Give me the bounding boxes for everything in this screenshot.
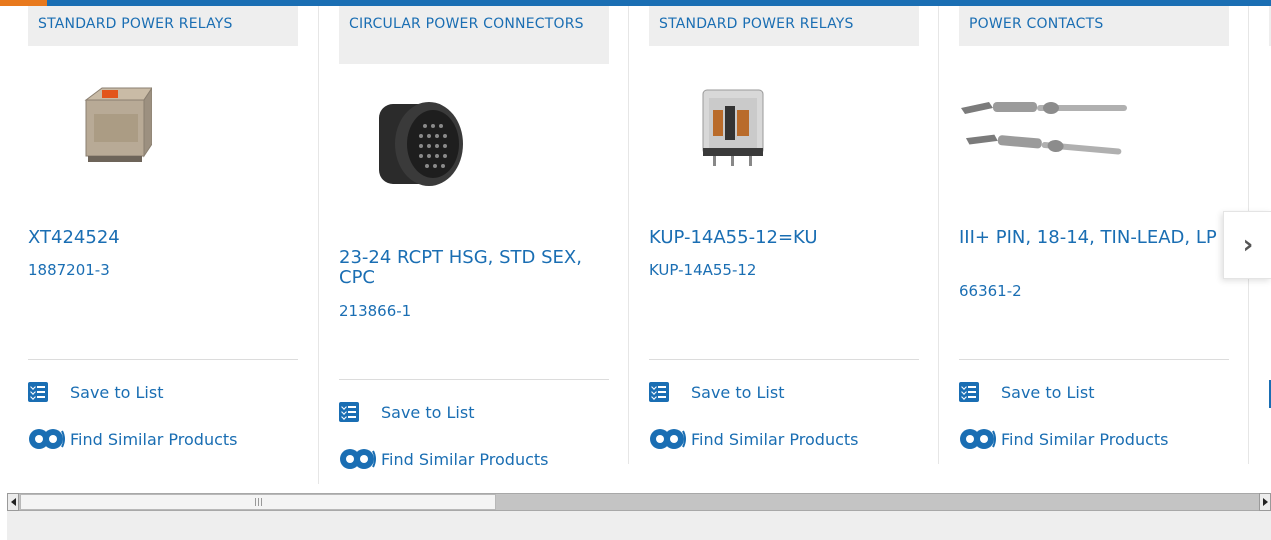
scroll-left-arrow-icon[interactable]: [7, 493, 19, 511]
bottom-panel: [7, 511, 1271, 540]
grip-line: [257, 498, 259, 506]
carousel-next-button[interactable]: ›: [1223, 211, 1271, 279]
find-similar-label: Find Similar Products: [381, 449, 549, 469]
find-similar-button[interactable]: Find Similar Products: [339, 446, 549, 472]
product-card-3: STANDARD POWER RELAYS KUP-14A55-12=KU KU…: [649, 6, 919, 466]
save-to-list-label: Save to List: [70, 382, 164, 402]
card-category[interactable]: POWER CONTACTS: [959, 6, 1229, 46]
power-contact-pins-image[interactable]: [959, 96, 1134, 170]
save-to-list-button[interactable]: Save to List: [28, 382, 163, 402]
product-part-number[interactable]: 66361-2: [959, 282, 1022, 300]
checklist-icon: [959, 382, 979, 402]
scroll-right-arrow-icon[interactable]: [1259, 493, 1271, 511]
grip-line: [260, 498, 262, 506]
gears-icon: [650, 429, 686, 449]
save-to-list-button[interactable]: Save to List: [339, 402, 474, 422]
card-separator: [339, 379, 609, 380]
save-to-list-label: Save to List: [381, 402, 475, 422]
product-name[interactable]: III+ PIN, 18-14, TIN-LEAD, LP: [959, 228, 1229, 248]
save-to-list-label: Save to List: [1001, 382, 1095, 402]
grip-line: [254, 498, 256, 506]
find-similar-label: Find Similar Products: [70, 429, 238, 449]
find-similar-button[interactable]: Find Similar Products: [649, 426, 859, 452]
product-name[interactable]: XT424524: [28, 228, 298, 248]
gears-icon: [29, 429, 65, 449]
scrollbar-thumb[interactable]: [20, 494, 496, 510]
product-card-1: STANDARD POWER RELAYS XT424524 1887201-3…: [28, 6, 298, 466]
checklist-icon: [28, 382, 48, 402]
product-name[interactable]: KUP-14A55-12=KU: [649, 228, 919, 248]
card-separator: [959, 359, 1229, 360]
product-name[interactable]: 23-24 RCPT HSG, STD SEX, CPC: [339, 248, 609, 288]
card-separator: [649, 359, 919, 360]
product-part-number[interactable]: 213866-1: [339, 302, 411, 320]
product-card-2: CIRCULAR POWER CONNECTORS 23-24 RCPT HSG…: [339, 6, 609, 469]
gears-icon: [340, 449, 376, 469]
find-similar-label: Find Similar Products: [1001, 429, 1169, 449]
horizontal-scrollbar[interactable]: [7, 493, 1271, 511]
product-part-number[interactable]: KUP-14A55-12: [649, 261, 756, 279]
card-divider: [628, 6, 629, 464]
card-category[interactable]: CIRCULAR POWER CONNECTORS: [339, 6, 609, 64]
find-similar-button[interactable]: Find Similar Products: [959, 426, 1169, 452]
chevron-right-icon: ›: [1242, 230, 1254, 260]
checklist-icon: [339, 402, 359, 422]
card-category[interactable]: STANDARD POWER RELAYS: [649, 6, 919, 46]
find-similar-label: Find Similar Products: [691, 429, 859, 449]
product-part-number[interactable]: 1887201-3: [28, 261, 110, 279]
gears-icon: [960, 429, 996, 449]
circular-connector-image[interactable]: [377, 96, 467, 200]
card-divider: [938, 6, 939, 464]
save-to-list-button[interactable]: Save to List: [959, 382, 1094, 402]
card-divider: [318, 6, 319, 484]
relay-clear-cube-image[interactable]: [699, 82, 771, 174]
product-card-4: POWER CONTACTS III+ PIN, 18-14, TIN-LEAD…: [959, 6, 1229, 466]
checklist-icon: [649, 382, 669, 402]
relay-cube-orange-image[interactable]: [80, 80, 153, 170]
save-to-list-label: Save to List: [691, 382, 785, 402]
card-separator: [28, 359, 298, 360]
card-category[interactable]: STANDARD POWER RELAYS: [28, 6, 298, 46]
save-to-list-button[interactable]: Save to List: [649, 382, 784, 402]
find-similar-button[interactable]: Find Similar Products: [28, 426, 238, 452]
